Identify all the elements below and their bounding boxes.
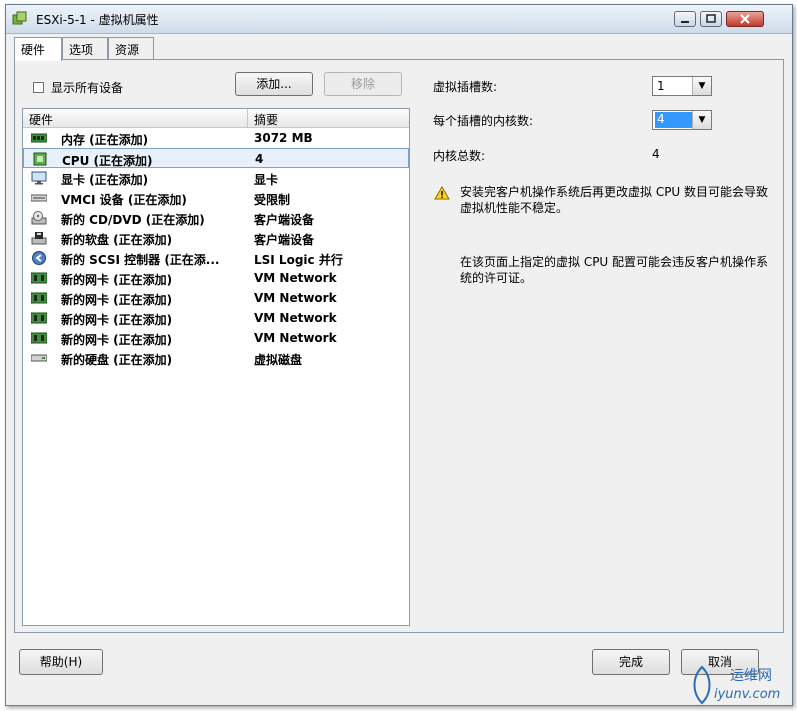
tab-resources-label: 资源: [115, 43, 140, 57]
nic-icon: [31, 332, 47, 344]
maximize-icon: [706, 14, 716, 23]
help-button[interactable]: 帮助(H): [19, 649, 103, 675]
close-icon: [740, 14, 750, 24]
hardware-summary: 受限制: [254, 193, 291, 207]
sockets-label: 虚拟插槽数:: [433, 80, 498, 94]
close-button[interactable]: [726, 11, 764, 27]
column-header-summary[interactable]: 摘要: [254, 111, 278, 128]
minimize-icon: [681, 21, 689, 23]
nic-icon: [31, 312, 47, 324]
hardware-name: 显卡 (正在添加): [61, 173, 149, 187]
harddisk-icon: [31, 354, 47, 362]
show-all-devices-checkbox[interactable]: [33, 82, 44, 93]
sockets-select[interactable]: 1 ▼: [652, 76, 712, 96]
help-button-label: 帮助(H): [39, 655, 83, 669]
hardware-list: 硬件 摘要 内存 (正在添加) 3072 MB CPU (正在添加) 4 显卡 …: [22, 108, 410, 626]
watermark-url: iyunv.com: [714, 687, 781, 702]
hardware-panel: 显示所有设备 添加... 移除 硬件 摘要 内存 (正在添加) 3072 MB …: [14, 59, 784, 633]
hardware-summary: LSI Logic 并行: [254, 253, 343, 267]
floppy-icon: [31, 232, 47, 245]
hardware-name: 新的硬盘 (正在添加): [61, 353, 173, 367]
chevron-down-icon[interactable]: ▼: [692, 77, 711, 95]
hardware-name: 新的软盘 (正在添加): [61, 233, 173, 247]
tab-options[interactable]: 选项: [62, 37, 108, 59]
warning-icon: [434, 186, 450, 200]
hardware-summary: VM Network: [254, 271, 337, 285]
table-row[interactable]: 新的 SCSI 控制器 (正在添... LSI Logic 并行: [23, 248, 409, 268]
watermark-logo-icon: [693, 665, 711, 705]
hardware-summary: VM Network: [254, 291, 337, 305]
vm-properties-window: ESXi-5-1 - 虚拟机属性 硬件 选项 资源 显示所有设备 添加... 移…: [5, 4, 793, 706]
finish-button-label: 完成: [618, 655, 643, 669]
hardware-summary: 客户端设备: [254, 213, 315, 227]
table-row[interactable]: 新的网卡 (正在添加) VM Network: [23, 288, 409, 308]
hardware-summary: 客户端设备: [254, 233, 315, 247]
memory-icon: [31, 133, 47, 143]
table-row[interactable]: 新的硬盘 (正在添加) 虚拟磁盘: [23, 348, 409, 368]
vm-icon: [12, 11, 27, 25]
hardware-name: VMCI 设备 (正在添加): [61, 193, 187, 207]
cores-per-socket-value: 4: [655, 112, 693, 128]
tab-hardware-label: 硬件: [21, 43, 46, 57]
hardware-name: 新的网卡 (正在添加): [61, 313, 173, 327]
tab-resources[interactable]: 资源: [108, 37, 154, 59]
table-row[interactable]: 新的网卡 (正在添加) VM Network: [23, 268, 409, 288]
nic-icon: [31, 272, 47, 284]
table-row[interactable]: 新的网卡 (正在添加) VM Network: [23, 308, 409, 328]
vmci-icon: [31, 194, 47, 202]
title-bar: ESXi-5-1 - 虚拟机属性: [6, 5, 792, 34]
window-title: ESXi-5-1 - 虚拟机属性: [36, 13, 159, 27]
total-cores-label: 内核总数:: [433, 149, 486, 163]
hardware-summary: 3072 MB: [254, 131, 313, 145]
cores-per-socket-label: 每个插槽的内核数:: [433, 114, 534, 128]
table-row[interactable]: VMCI 设备 (正在添加) 受限制: [23, 188, 409, 208]
tab-options-label: 选项: [69, 43, 94, 57]
hardware-name: 新的网卡 (正在添加): [61, 273, 173, 287]
remove-button[interactable]: 移除: [324, 72, 402, 96]
column-header-hardware[interactable]: 硬件: [29, 111, 53, 128]
hardware-name: 内存 (正在添加): [61, 133, 149, 147]
hardware-summary: 虚拟磁盘: [254, 353, 303, 367]
show-all-devices-label: 显示所有设备: [51, 81, 124, 95]
warning-message: 安装完客户机操作系统后再更改虚拟 CPU 数目可能会导致虚拟机性能不稳定。: [460, 185, 769, 215]
cpu-icon: [33, 152, 47, 166]
hardware-name: 新的网卡 (正在添加): [61, 333, 173, 347]
finish-button[interactable]: 完成: [592, 649, 670, 675]
table-row-selected[interactable]: CPU (正在添加) 4: [23, 148, 409, 168]
hardware-summary: VM Network: [254, 311, 337, 325]
sockets-value: 1: [657, 79, 665, 93]
table-row[interactable]: 新的 CD/DVD (正在添加) 客户端设备: [23, 208, 409, 228]
hardware-name: 新的网卡 (正在添加): [61, 293, 173, 307]
cd-dvd-icon: [31, 211, 47, 225]
chevron-down-icon[interactable]: ▼: [692, 111, 711, 129]
display-icon: [31, 171, 47, 185]
add-button-label: 添加...: [256, 77, 292, 91]
remove-button-label: 移除: [350, 77, 375, 91]
table-row[interactable]: 内存 (正在添加) 3072 MB: [23, 128, 409, 148]
add-button[interactable]: 添加...: [235, 72, 313, 96]
tab-hardware[interactable]: 硬件: [14, 37, 62, 61]
table-row[interactable]: 显卡 (正在添加) 显卡: [23, 168, 409, 188]
column-divider[interactable]: [247, 109, 248, 127]
hardware-summary: 显卡: [254, 173, 279, 187]
watermark: 运维网 iyunv.com: [690, 665, 790, 709]
hardware-name: 新的 SCSI 控制器 (正在添...: [61, 253, 220, 267]
table-row[interactable]: 新的软盘 (正在添加) 客户端设备: [23, 228, 409, 248]
watermark-cn: 运维网: [730, 668, 772, 684]
scsi-icon: [32, 251, 46, 265]
hardware-list-header: 硬件 摘要: [23, 109, 409, 128]
total-cores-value: 4: [652, 147, 660, 161]
nic-icon: [31, 292, 47, 304]
maximize-button[interactable]: [700, 11, 722, 27]
hardware-summary: 4: [255, 152, 264, 166]
license-message: 在该页面上指定的虚拟 CPU 配置可能会违反客户机操作系统的许可证。: [460, 255, 769, 285]
cores-per-socket-select[interactable]: 4 ▼: [652, 110, 712, 130]
hardware-name: 新的 CD/DVD (正在添加): [61, 213, 205, 227]
hardware-name: CPU (正在添加): [62, 154, 153, 168]
minimize-button[interactable]: [674, 11, 696, 27]
hardware-summary: VM Network: [254, 331, 337, 345]
table-row[interactable]: 新的网卡 (正在添加) VM Network: [23, 328, 409, 348]
